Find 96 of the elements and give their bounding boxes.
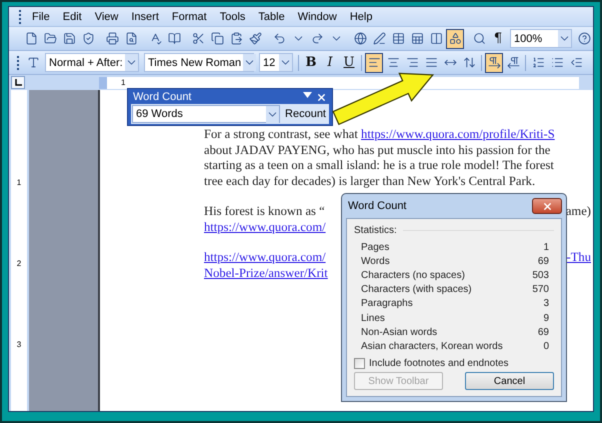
stat-label: Pages bbox=[361, 242, 390, 253]
section-label: Statistics: bbox=[354, 225, 397, 236]
stat-value: 9 bbox=[543, 312, 549, 324]
menu-item[interactable]: Format bbox=[166, 10, 213, 22]
print-preview-icon bbox=[124, 32, 138, 45]
text-style-button[interactable]: U bbox=[340, 52, 358, 72]
hyperlink[interactable]: https://www.quora.com/profile/Kriti-S bbox=[361, 127, 555, 142]
document-text: ame) bbox=[566, 204, 591, 220]
menu-item[interactable]: Window bbox=[292, 10, 343, 22]
align-left-icon bbox=[368, 56, 380, 69]
stat-value: 1 bbox=[543, 242, 549, 253]
cut-icon bbox=[192, 32, 204, 45]
stat-label: Words bbox=[361, 256, 390, 267]
stat-label: Lines bbox=[361, 312, 385, 324]
undo-icon bbox=[272, 32, 286, 45]
menu-item[interactable]: Table bbox=[253, 10, 291, 22]
numbered-list-icon bbox=[532, 56, 544, 69]
text-style-button[interactable]: B bbox=[302, 52, 320, 72]
spreadsheet-icon bbox=[410, 32, 424, 45]
line-spacing-icon bbox=[462, 56, 476, 69]
close-button[interactable] bbox=[532, 198, 562, 214]
redo-icon bbox=[310, 32, 324, 45]
stat-value: 0 bbox=[543, 340, 549, 352]
left-to-right-icon bbox=[488, 56, 500, 69]
stat-label: Asian characters, Korean words bbox=[361, 340, 503, 352]
hyperlink[interactable]: Nobel-Prize/answer/Krit bbox=[204, 266, 328, 281]
ruler-number: 1 bbox=[121, 78, 126, 87]
globe-link-icon bbox=[354, 32, 366, 45]
text-style-button[interactable]: I bbox=[321, 52, 339, 72]
tab-stop-selector[interactable] bbox=[11, 76, 25, 89]
shapes-icon bbox=[448, 32, 462, 45]
hyperlink[interactable]: https://www.quora.com/ bbox=[204, 250, 326, 266]
styles-icon bbox=[26, 56, 40, 69]
tab-stop-icon bbox=[14, 79, 22, 86]
stat-value: 570 bbox=[532, 284, 549, 296]
show-marks-button[interactable]: ¶ bbox=[489, 28, 507, 48]
print-icon bbox=[106, 32, 118, 45]
copy-icon bbox=[210, 32, 224, 45]
document-text: For a strong contrast, see what bbox=[204, 127, 359, 142]
document-text: His forest is known as “ bbox=[204, 204, 325, 220]
dropdown-triangle-icon[interactable] bbox=[303, 92, 312, 98]
ruler-number: 1 bbox=[16, 178, 22, 187]
style-combo[interactable]: Normal + After: bbox=[45, 53, 139, 72]
align-left-button[interactable] bbox=[365, 52, 383, 72]
right-to-left-icon bbox=[506, 56, 520, 69]
font-size-combo[interactable]: 12 bbox=[259, 53, 293, 72]
hyperlink[interactable]: -Thu bbox=[566, 250, 591, 266]
help-icon bbox=[578, 32, 590, 45]
menu-item[interactable]: Edit bbox=[58, 10, 88, 22]
shield-icon bbox=[82, 32, 94, 45]
menu-item[interactable]: File bbox=[27, 10, 56, 22]
save-icon bbox=[62, 32, 76, 45]
justify-icon bbox=[424, 56, 438, 69]
toolbar-title: Word Count bbox=[133, 91, 192, 103]
close-icon[interactable] bbox=[316, 92, 327, 102]
hyperlink[interactable]: https://www.quora.com/ bbox=[204, 220, 326, 235]
table-icon bbox=[392, 32, 404, 45]
paste-icon bbox=[230, 32, 242, 45]
stat-label: Non-Asian words bbox=[361, 326, 438, 338]
columns-icon bbox=[430, 32, 442, 45]
new-document-icon bbox=[24, 32, 38, 45]
left-to-right-button[interactable] bbox=[485, 52, 503, 72]
document-text: tree each day for decades) is larger than New York's Central Park. bbox=[204, 174, 536, 189]
shapes-button[interactable] bbox=[446, 28, 464, 48]
menu-item[interactable]: View bbox=[90, 10, 124, 22]
close-icon bbox=[542, 200, 552, 212]
stat-value: 69 bbox=[538, 256, 549, 267]
indent-icon bbox=[570, 56, 582, 69]
checkbox[interactable] bbox=[354, 358, 365, 368]
document-text: about JADAV PAYENG, who has put muscle into his passion for the bbox=[204, 142, 550, 158]
book-icon bbox=[168, 32, 180, 45]
ruler-number: 3 bbox=[16, 340, 22, 349]
stat-label: Paragraphs bbox=[361, 298, 413, 310]
stat-value: 69 bbox=[538, 326, 549, 338]
stat-value: 3 bbox=[543, 298, 549, 310]
word-count-combo[interactable]: 69 Words bbox=[132, 105, 280, 123]
zoom-combo[interactable]: 100% bbox=[510, 29, 572, 48]
menu-item[interactable]: Help bbox=[344, 10, 378, 22]
dialog-button[interactable]: Cancel bbox=[465, 372, 554, 390]
document-text: starting as a teen on a small island: he is a true role model! The forest bbox=[204, 158, 554, 174]
stat-label: Characters (with spaces) bbox=[361, 284, 472, 296]
menu-item[interactable]: Tools bbox=[214, 10, 252, 22]
stat-label: Characters (no spaces) bbox=[361, 270, 465, 281]
stat-value: 503 bbox=[532, 270, 549, 281]
folder-icon bbox=[44, 32, 56, 45]
font-combo[interactable]: Times New Roman bbox=[144, 53, 254, 72]
magnifier-icon bbox=[472, 32, 486, 45]
paintbrush-icon bbox=[248, 32, 262, 45]
recount-button[interactable]: Recount bbox=[280, 105, 328, 123]
pencil-icon bbox=[372, 32, 386, 45]
align-center-icon bbox=[386, 56, 400, 69]
menu-item[interactable]: Insert bbox=[126, 10, 165, 22]
align-right-icon bbox=[406, 56, 418, 69]
checkbox-label[interactable]: Include footnotes and endnotes bbox=[369, 358, 509, 368]
dialog-title: Word Count bbox=[348, 200, 406, 212]
ruler-number: 2 bbox=[16, 259, 22, 268]
